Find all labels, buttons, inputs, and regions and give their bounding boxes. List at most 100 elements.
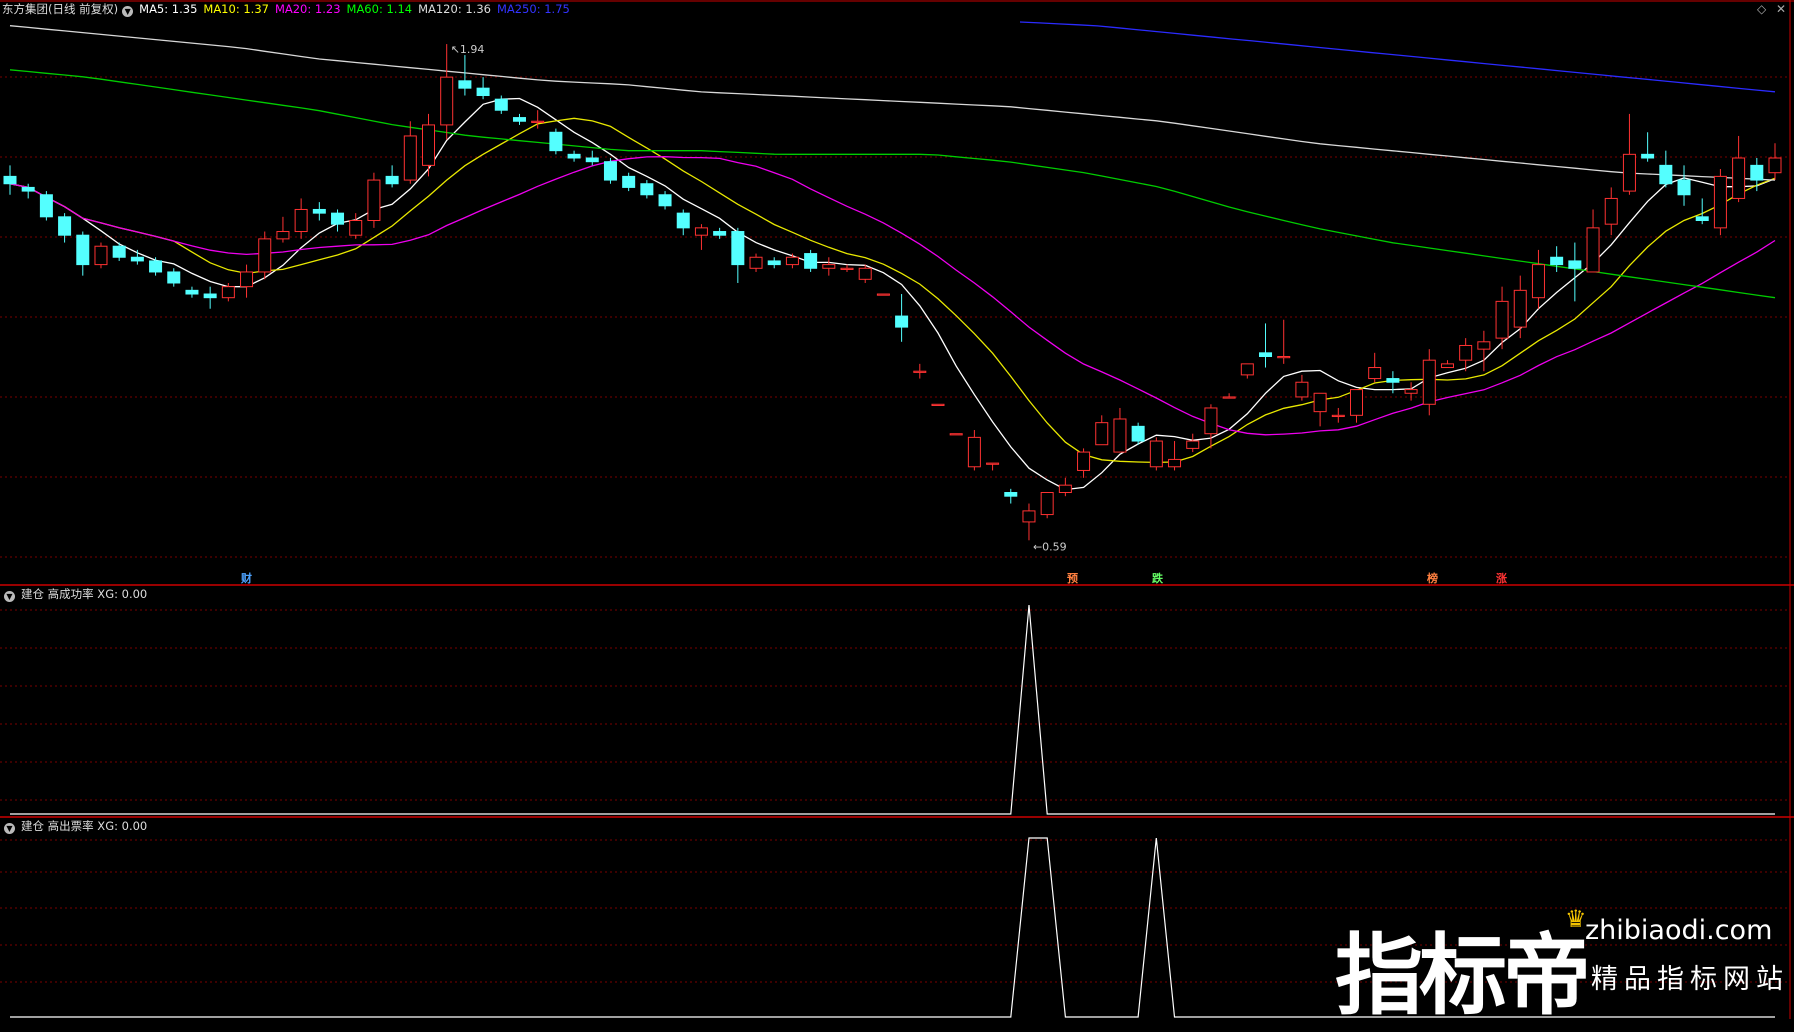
candle-body-48 — [876, 293, 890, 296]
candle-40 — [731, 227, 745, 283]
candle-body-79 — [1440, 363, 1454, 369]
candle-body-59 — [1077, 451, 1091, 471]
candle-48 — [876, 293, 890, 296]
candle-body-35 — [640, 183, 654, 196]
candle-body-29 — [531, 120, 545, 123]
candle-57 — [1040, 492, 1054, 519]
candle-71 — [1295, 374, 1309, 401]
candle-8 — [149, 257, 163, 276]
candle-body-34 — [622, 175, 636, 188]
candle-22 — [403, 121, 417, 184]
candle-body-7 — [130, 256, 144, 262]
candle-body-13 — [240, 271, 254, 288]
watermark: 指标帝 ♛ zhibiaodi.com 精品指标网站 — [1335, 905, 1790, 1027]
event-tag-2[interactable]: 跌 — [1152, 570, 1163, 586]
candle-body-36 — [658, 194, 672, 207]
ma-label-0: MA5: 1.35 — [139, 2, 198, 16]
candle-55 — [1004, 488, 1018, 504]
candle-body-93 — [1695, 216, 1709, 221]
candle-body-97 — [1768, 157, 1782, 174]
ma-label-5: MA250: 1.75 — [496, 2, 570, 16]
toggle-icon[interactable]: ▼ — [122, 6, 134, 17]
candle-81 — [1477, 330, 1491, 372]
candle-49 — [895, 294, 909, 342]
close-icon[interactable]: ✕ — [1776, 2, 1786, 16]
candle-body-68 — [1240, 363, 1254, 376]
candle-body-92 — [1677, 179, 1691, 196]
candle-body-82 — [1495, 300, 1509, 339]
candle-body-91 — [1659, 164, 1673, 185]
candle-body-46 — [840, 267, 854, 270]
candle-body-19 — [349, 219, 363, 236]
candle-23 — [422, 113, 436, 177]
candle-88 — [1604, 187, 1618, 236]
candle-body-25 — [458, 80, 472, 89]
candle-3 — [58, 213, 72, 243]
candle-body-8 — [149, 260, 163, 273]
candle-body-17 — [312, 208, 326, 214]
candle-body-75 — [1368, 367, 1382, 380]
candle-18 — [331, 209, 345, 232]
candle-body-24 — [440, 76, 454, 126]
candle-body-65 — [1186, 440, 1200, 449]
candle-body-87 — [1586, 227, 1600, 273]
event-tag-0[interactable]: 财 — [241, 570, 252, 586]
candle-27 — [494, 95, 508, 114]
high-label: ↖1.94 — [451, 43, 485, 56]
candle-body-96 — [1750, 164, 1764, 181]
crown-icon: ♛ — [1565, 905, 1587, 933]
candle-body-64 — [1168, 458, 1182, 468]
candle-body-44 — [804, 253, 818, 269]
event-tag-1[interactable]: 预 — [1067, 570, 1078, 586]
candle-body-95 — [1732, 157, 1746, 199]
candle-15 — [276, 216, 290, 243]
candle-53 — [967, 430, 981, 471]
candle-body-21 — [385, 175, 399, 185]
low-label: ←0.59 — [1033, 540, 1067, 553]
candle-86 — [1568, 242, 1582, 302]
candle-62 — [1131, 422, 1145, 445]
panel3-toggle-icon[interactable]: ▼ — [4, 823, 15, 834]
signal-line-panel2 — [10, 604, 1775, 815]
candle-body-43 — [785, 256, 799, 266]
candle-body-18 — [331, 212, 345, 225]
candle-77 — [1404, 382, 1418, 401]
candle-26 — [476, 77, 490, 100]
candle-10 — [185, 286, 199, 298]
candle-85 — [1550, 246, 1564, 272]
event-tag-3[interactable]: 榜 — [1427, 570, 1438, 586]
candle-body-51 — [931, 403, 945, 406]
ma-label-4: MA120: 1.36 — [418, 2, 491, 16]
candle-body-28 — [512, 117, 526, 122]
candle-2 — [39, 191, 53, 221]
candle-52 — [949, 433, 963, 436]
candle-body-2 — [39, 194, 53, 218]
panel2-toggle-icon[interactable]: ▼ — [4, 591, 15, 602]
candle-87 — [1586, 209, 1600, 273]
candle-body-77 — [1404, 389, 1418, 394]
candle-body-31 — [567, 153, 581, 159]
candle-4 — [76, 231, 90, 276]
candle-69 — [1259, 323, 1273, 368]
candle-54 — [986, 462, 1000, 471]
diamond-icon[interactable]: ◇ — [1757, 2, 1766, 16]
candle-body-4 — [76, 234, 90, 266]
candle-44 — [804, 249, 818, 272]
event-tag-4[interactable]: 涨 — [1496, 570, 1507, 586]
candle-body-22 — [403, 135, 417, 181]
candle-66 — [1204, 404, 1218, 449]
candle-90 — [1641, 132, 1655, 162]
candle-97 — [1768, 143, 1782, 181]
candle-5 — [94, 242, 108, 269]
candle-body-54 — [986, 462, 1000, 465]
candle-11 — [203, 286, 217, 309]
candle-9 — [167, 268, 181, 287]
candle-50 — [913, 363, 927, 379]
ma-label-2: MA20: 1.23 — [274, 2, 341, 16]
candle-56 — [1022, 503, 1036, 541]
candle-body-94 — [1713, 175, 1727, 229]
candle-42 — [767, 257, 781, 269]
candle-body-42 — [767, 260, 781, 266]
candle-body-3 — [58, 216, 72, 236]
candle-21 — [385, 165, 399, 188]
